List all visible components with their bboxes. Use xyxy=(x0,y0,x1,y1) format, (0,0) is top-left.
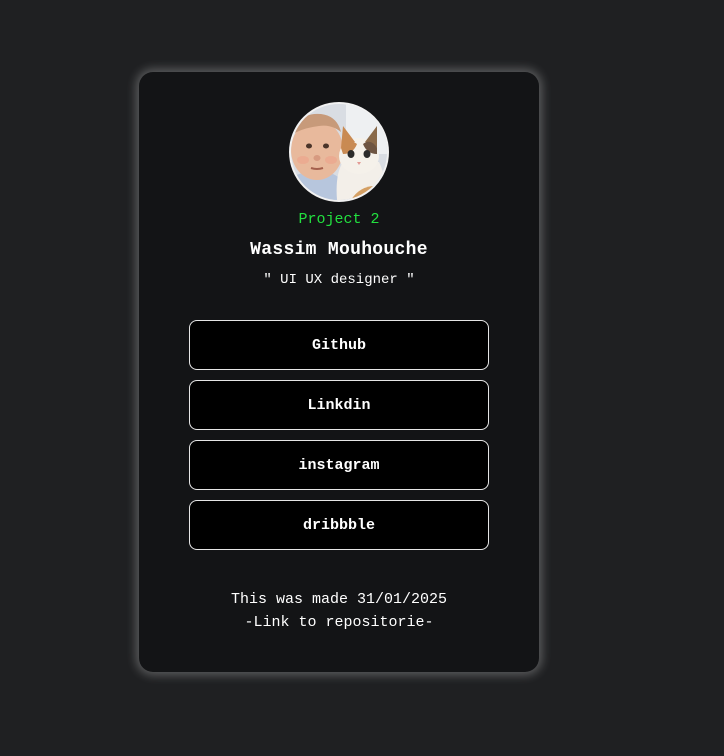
linkedin-link-button[interactable]: Linkdin xyxy=(189,380,489,430)
social-links: Github Linkdin instagram dribbble xyxy=(189,320,489,560)
avatar-photo xyxy=(291,104,387,200)
profile-avatar xyxy=(289,102,389,202)
repository-link[interactable]: -Link to repositorie- xyxy=(244,611,433,634)
github-link-button[interactable]: Github xyxy=(189,320,489,370)
profile-role: " UI UX designer " xyxy=(263,272,415,288)
made-date-text: This was made 31/01/2025 xyxy=(230,591,448,608)
instagram-link-button[interactable]: instagram xyxy=(189,440,489,490)
profile-name: Wassim Mouhouche xyxy=(250,240,428,260)
project-label: Project 2 xyxy=(298,211,380,228)
dribbble-link-button[interactable]: dribbble xyxy=(189,500,489,550)
card-footer: This was made 31/01/2025 -Link to reposi… xyxy=(139,588,539,634)
profile-card: Project 2 Wassim Mouhouche " UI UX desig… xyxy=(139,72,539,672)
